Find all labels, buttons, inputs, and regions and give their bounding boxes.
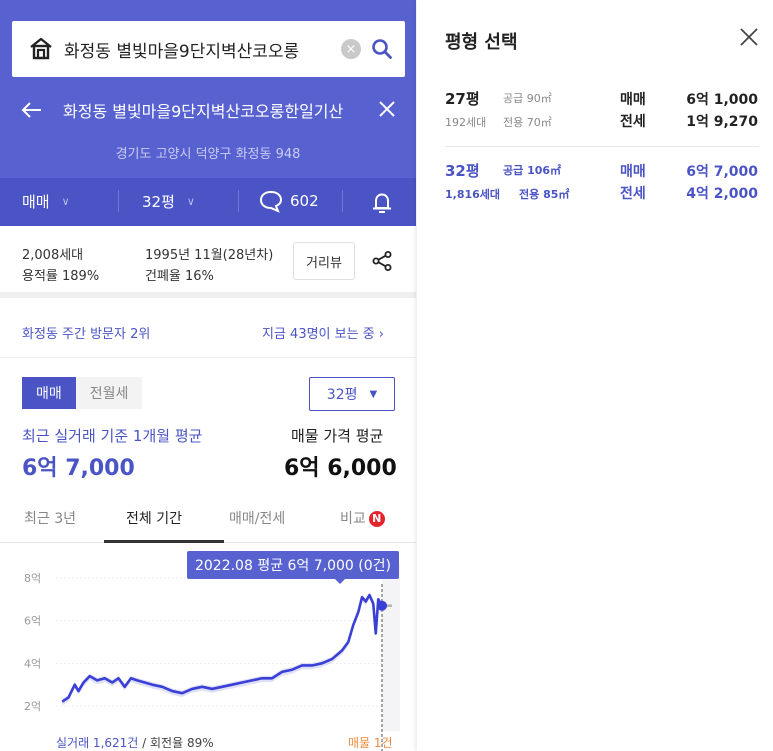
viewing-now-link[interactable]: 지금 43명이 보는 중 ›: [262, 323, 384, 342]
y-tick-label: 8억: [24, 572, 41, 585]
divider: [445, 146, 759, 147]
price-range-band: [62, 592, 383, 706]
tab-sale-rent[interactable]: 매매/전세: [229, 508, 285, 528]
size-option-32[interactable]: 32평 공급 106㎡ 1,816세대 전용 85㎡ 매매 전세 6억 7,00…: [445, 160, 761, 208]
new-badge: N: [368, 511, 385, 527]
chevron-down-icon: ∨: [186, 195, 195, 208]
trade-type-jeonse: 전세: [620, 114, 646, 130]
supply-area: 공급 106㎡: [503, 164, 562, 177]
floor-area-ratio: 용적률 189%: [22, 269, 100, 284]
tab-underline: [104, 540, 224, 543]
tab-recent-3y[interactable]: 최근 3년: [24, 508, 76, 528]
trade-type-jeonse: 전세: [620, 186, 646, 202]
trades-count: 실거래 1,621건: [56, 736, 139, 750]
size-option-label: 32평: [445, 162, 480, 180]
complex-address: 경기도 고양시 덕양구 화정동 948: [115, 147, 301, 162]
tooltip-pointer: [334, 578, 346, 584]
trade-type-label: 매매: [22, 193, 50, 211]
size-select[interactable]: 32평 ▼: [309, 377, 395, 411]
trade-type-sale: 매매: [620, 164, 646, 180]
forecast-region: [382, 564, 400, 731]
trade-type-dropdown[interactable]: 매매 ∨: [22, 191, 70, 212]
coverage-ratio: 건폐율 16%: [145, 269, 214, 284]
tab-compare[interactable]: 비교 N: [340, 508, 385, 528]
chart-tooltip: 2022.08 평균 6억 7,000 (0건): [187, 551, 399, 579]
option-bar: 매매 ∨ 32평 ∨ 602: [0, 178, 416, 226]
size-option-label: 27평: [445, 90, 480, 108]
sale-price: 6억 1,000: [686, 92, 758, 108]
tab-all-period[interactable]: 전체 기간: [126, 508, 182, 528]
y-tick-label: 2억: [24, 700, 41, 713]
tab-sale[interactable]: 매매: [22, 377, 76, 409]
close-icon[interactable]: [376, 98, 398, 120]
y-tick-label: 4억: [24, 657, 41, 670]
bell-icon[interactable]: [370, 190, 394, 216]
turnover-rate: / 회전율 89%: [138, 736, 214, 750]
chart-footer-listings: 매물 1건: [348, 736, 393, 750]
chart-footer-trades: 실거래 1,621건 / 회전율 89%: [56, 734, 214, 751]
size-dropdown[interactable]: 32평 ∨: [142, 191, 195, 212]
search-header: 화정동 별빛마을9단지벽산코오롱 ×: [0, 0, 416, 88]
divider: [342, 190, 343, 212]
back-arrow-icon[interactable]: [20, 98, 44, 122]
comments-count: 602: [290, 192, 319, 210]
close-icon[interactable]: [738, 26, 760, 48]
divider: [118, 190, 119, 212]
listing-avg-label: 매물 가격 평균: [291, 427, 384, 445]
share-icon[interactable]: [371, 250, 393, 272]
recent-trade-label: 최근 실거래 기준 1개월 평균: [22, 427, 203, 445]
divider: [238, 190, 239, 212]
search-icon[interactable]: [371, 38, 393, 60]
size-option-27[interactable]: 27평 공급 90㎡ 192세대 전용 70㎡ 매매 전세 6억 1,000 1…: [445, 88, 761, 136]
comments-button[interactable]: 602: [258, 189, 319, 213]
exclusive-area: 전용 85㎡: [519, 188, 570, 201]
household-count: 1,816세대: [445, 188, 501, 201]
sale-price: 6억 7,000: [686, 164, 758, 180]
search-input[interactable]: 화정동 별빛마을9단지벽산코오롱: [64, 37, 337, 62]
tab-rent[interactable]: 전월세: [75, 377, 143, 409]
size-select-value: 32평: [326, 387, 358, 403]
period-tabs: 최근 3년 전체 기간 매매/전세 비교 N: [0, 495, 416, 543]
size-label: 32평: [142, 193, 175, 211]
street-view-button[interactable]: 거리뷰: [293, 242, 355, 280]
trade-tabs: 매매 전월세: [22, 377, 143, 409]
built-year: 1995년 11월(28년차): [145, 248, 274, 263]
complex-title: 화정동 별빛마을9단지벽산코오롱한일기산: [63, 102, 344, 121]
home-logo-icon: [30, 37, 52, 60]
highlight-point: [377, 600, 388, 611]
supply-area: 공급 90㎡: [503, 92, 552, 105]
chevron-down-icon: ∨: [61, 195, 70, 208]
visitor-rank: 화정동 주간 방문자 2위: [22, 327, 151, 342]
series-line: [61, 593, 384, 703]
households: 2,008세대: [22, 248, 84, 263]
speech-bubble-icon: [259, 190, 283, 213]
recent-trade-price: 6억 7,000: [22, 456, 135, 481]
complex-detail-panel: 화정동 별빛마을9단지벽산코오롱 × 화정동 별빛마을9단지벽산코오롱한일기산 …: [0, 0, 416, 751]
tab-compare-label: 비교: [340, 511, 366, 527]
caret-down-icon: ▼: [369, 388, 378, 400]
size-select-panel: 평형 선택 27평 공급 90㎡ 192세대 전용 70㎡ 매매 전세 6억 1…: [417, 0, 773, 751]
listing-avg-price: 6억 6,000: [284, 456, 397, 481]
trade-type-sale: 매매: [620, 92, 646, 108]
household-count: 192세대: [445, 116, 487, 129]
jeonse-price: 1억 9,270: [686, 114, 758, 130]
panel-title: 평형 선택: [445, 32, 518, 53]
y-tick-label: 6억: [24, 615, 41, 628]
search-bar[interactable]: 화정동 별빛마을9단지벽산코오롱 ×: [12, 21, 405, 77]
exclusive-area: 전용 70㎡: [503, 116, 552, 129]
clear-icon[interactable]: ×: [341, 39, 361, 59]
jeonse-price: 4억 2,000: [686, 186, 758, 202]
